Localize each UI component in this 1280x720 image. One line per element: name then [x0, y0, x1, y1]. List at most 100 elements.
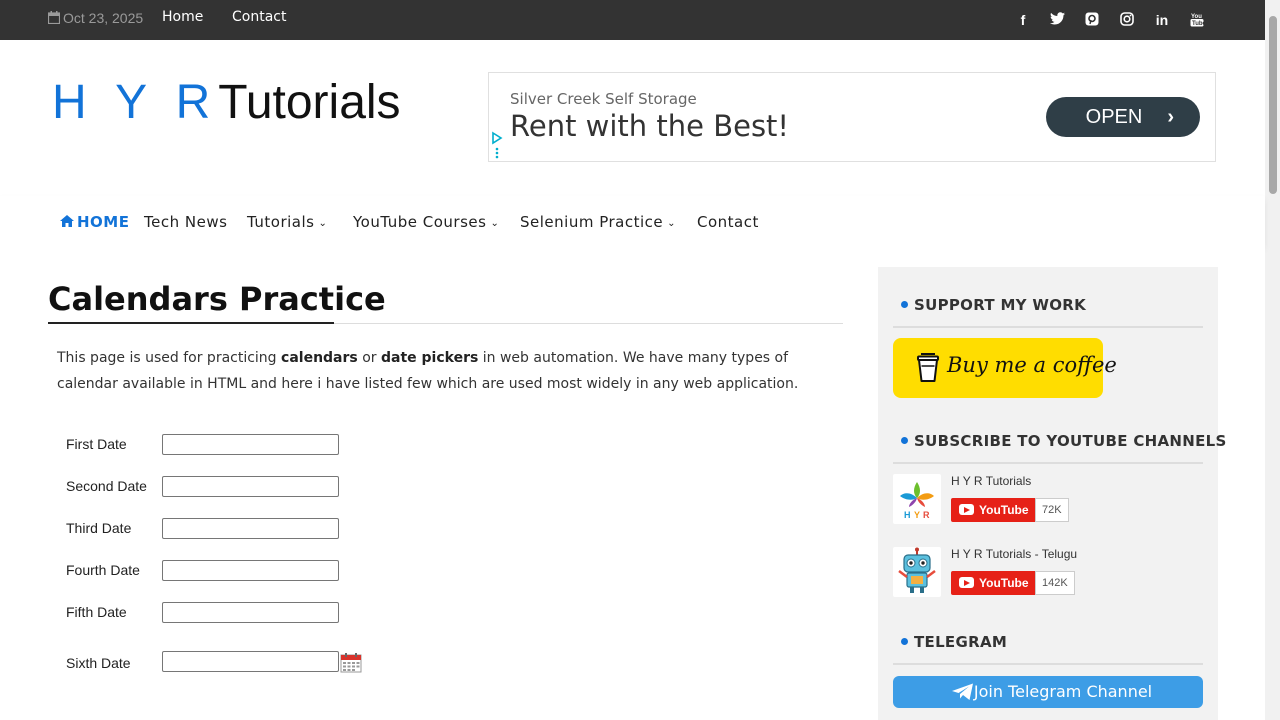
- home-icon: [60, 215, 74, 227]
- current-date: Oct 23, 2025: [47, 10, 144, 26]
- telegram-icon: [952, 683, 973, 700]
- scrollbar-thumb[interactable]: [1269, 16, 1277, 194]
- calendar-icon: [47, 11, 61, 25]
- youtube-button-label: YouTube: [979, 503, 1029, 517]
- subscriber-count: 142K: [1035, 571, 1075, 595]
- fifth-date-input[interactable]: [162, 602, 339, 623]
- main-nav: HOME Tech News Tutorials ⌄ YouTube Course…: [0, 196, 1265, 247]
- bullet-dot: [901, 301, 908, 308]
- second-date-input[interactable]: [162, 476, 339, 497]
- calendar-picker-icon[interactable]: [340, 653, 362, 673]
- subscriber-count: 72K: [1035, 498, 1069, 522]
- subscribe-title-text: SUBSCRIBE TO YOUTUBE CHANNELS: [914, 432, 1227, 450]
- nav-tutorials[interactable]: Tutorials ⌄: [247, 213, 327, 231]
- svg-text:Y: Y: [914, 510, 920, 520]
- coffee-label: Buy me a coffee: [947, 353, 1117, 377]
- buy-me-a-coffee-button[interactable]: Buy me a coffee: [893, 338, 1117, 398]
- youtube-button-label: YouTube: [979, 576, 1029, 590]
- hyr-logo-icon: HYR: [900, 482, 934, 520]
- sixth-date-label: Sixth Date: [66, 655, 131, 671]
- first-date-label: First Date: [66, 436, 127, 452]
- widget-divider: [893, 462, 1203, 464]
- ad-open-button[interactable]: OPEN ›: [1046, 97, 1200, 137]
- bullet-dot: [901, 437, 908, 444]
- youtube-icon[interactable]: YouTube: [1188, 12, 1207, 30]
- nav-contact-label: Contact: [697, 213, 759, 231]
- fourth-date-input[interactable]: [162, 560, 339, 581]
- nav-home[interactable]: HOME: [60, 213, 129, 231]
- top-bar: Oct 23, 2025 Home Contact f in YouTube: [0, 0, 1265, 40]
- nav-youtube-courses[interactable]: YouTube Courses ⌄: [353, 213, 499, 231]
- ad-headline[interactable]: Rent with the Best!: [510, 109, 789, 143]
- instagram-icon[interactable]: [1118, 12, 1136, 30]
- third-date-input[interactable]: [162, 518, 339, 539]
- top-link-contact[interactable]: Contact: [232, 9, 286, 25]
- svg-text:Tube: Tube: [1192, 21, 1204, 27]
- chevron-down-icon: ⌄: [318, 218, 328, 229]
- ad-open-label: OPEN: [1085, 106, 1143, 128]
- nav-selenium-practice[interactable]: Selenium Practice ⌄: [520, 213, 676, 231]
- intro-text: This page is used for practicing calenda…: [57, 345, 817, 397]
- channel-row: HYR H Y R Tutorials YouTube 72K: [893, 474, 1203, 526]
- twitter-icon[interactable]: [1048, 12, 1066, 30]
- robot-icon: [898, 547, 936, 593]
- nav-home-label: HOME: [77, 213, 130, 231]
- bullet-dot: [901, 638, 908, 645]
- page-title: Calendars Practice: [48, 280, 386, 318]
- nav-tech-news-label: Tech News: [144, 213, 228, 231]
- first-date-input[interactable]: [162, 434, 339, 455]
- youtube-subscribe-button[interactable]: YouTube: [951, 498, 1037, 522]
- telegram-title-text: TELEGRAM: [914, 633, 1008, 651]
- intro-bold-date-pickers: date pickers: [380, 350, 479, 366]
- site-logo[interactable]: H Y RTutorials: [52, 75, 401, 131]
- nav-tech-news[interactable]: Tech News: [144, 213, 227, 231]
- nav-tutorials-label: Tutorials: [247, 213, 315, 231]
- sixth-date-input[interactable]: [162, 651, 339, 672]
- facebook-icon[interactable]: f: [1014, 12, 1032, 30]
- svg-text:R: R: [923, 510, 930, 520]
- channel-avatar-hyr-telugu[interactable]: [893, 547, 941, 597]
- coffee-cup-icon: [917, 353, 939, 382]
- nav-youtube-courses-label: YouTube Courses: [353, 213, 487, 231]
- youtube-play-icon: [959, 577, 974, 588]
- chevron-right-icon: ›: [1167, 106, 1174, 128]
- join-telegram-button[interactable]: Join Telegram Channel: [893, 676, 1203, 708]
- third-date-label: Third Date: [66, 520, 132, 536]
- subscribe-widget-title: SUBSCRIBE TO YOUTUBE CHANNELS: [901, 432, 1227, 450]
- youtube-play-icon: [959, 504, 974, 515]
- telegram-widget-title: TELEGRAM: [901, 633, 1007, 651]
- telegram-button-label: Join Telegram Channel: [973, 682, 1153, 701]
- channel-avatar-hyr[interactable]: HYR: [893, 474, 941, 524]
- nav-contact[interactable]: Contact: [697, 213, 759, 231]
- channel-row: H Y R Tutorials - Telugu YouTube 142K: [893, 547, 1203, 599]
- svg-text:H: H: [904, 510, 911, 520]
- support-widget-title: SUPPORT MY WORK: [901, 296, 1086, 314]
- ad-choices-icon[interactable]: [491, 131, 503, 161]
- fifth-date-label: Fifth Date: [66, 604, 127, 620]
- fourth-date-label: Fourth Date: [66, 562, 140, 578]
- logo-tutorials: Tutorials: [218, 76, 401, 129]
- widget-divider: [893, 663, 1203, 665]
- second-date-label: Second Date: [66, 478, 147, 494]
- intro-part-2: or: [357, 350, 381, 366]
- nav-selenium-practice-label: Selenium Practice: [520, 213, 664, 231]
- top-link-home[interactable]: Home: [162, 9, 203, 25]
- chevron-down-icon: ⌄: [490, 218, 500, 229]
- intro-bold-calendars: calendars: [281, 350, 358, 366]
- ad-advertiser: Silver Creek Self Storage: [510, 90, 697, 108]
- date-text: Oct 23, 2025: [63, 10, 144, 26]
- youtube-subscribe-button[interactable]: YouTube: [951, 571, 1037, 595]
- linkedin-icon[interactable]: in: [1153, 12, 1171, 30]
- title-underline: [48, 322, 334, 324]
- chevron-down-icon: ⌄: [667, 218, 677, 229]
- channel-name[interactable]: H Y R Tutorials: [951, 474, 1031, 488]
- pinterest-icon[interactable]: [1083, 12, 1101, 30]
- page-scrollbar[interactable]: [1265, 0, 1280, 720]
- ad-banner[interactable]: Silver Creek Self Storage Rent with the …: [488, 72, 1216, 162]
- support-title-text: SUPPORT MY WORK: [914, 296, 1087, 314]
- widget-divider: [893, 326, 1203, 328]
- intro-part-1: This page is used for practicing: [57, 350, 282, 366]
- channel-name[interactable]: H Y R Tutorials - Telugu: [951, 547, 1077, 561]
- logo-hyr: H Y R: [52, 76, 219, 129]
- sidebar: SUPPORT MY WORK Buy me a coffee SUBSCRIB…: [878, 267, 1226, 720]
